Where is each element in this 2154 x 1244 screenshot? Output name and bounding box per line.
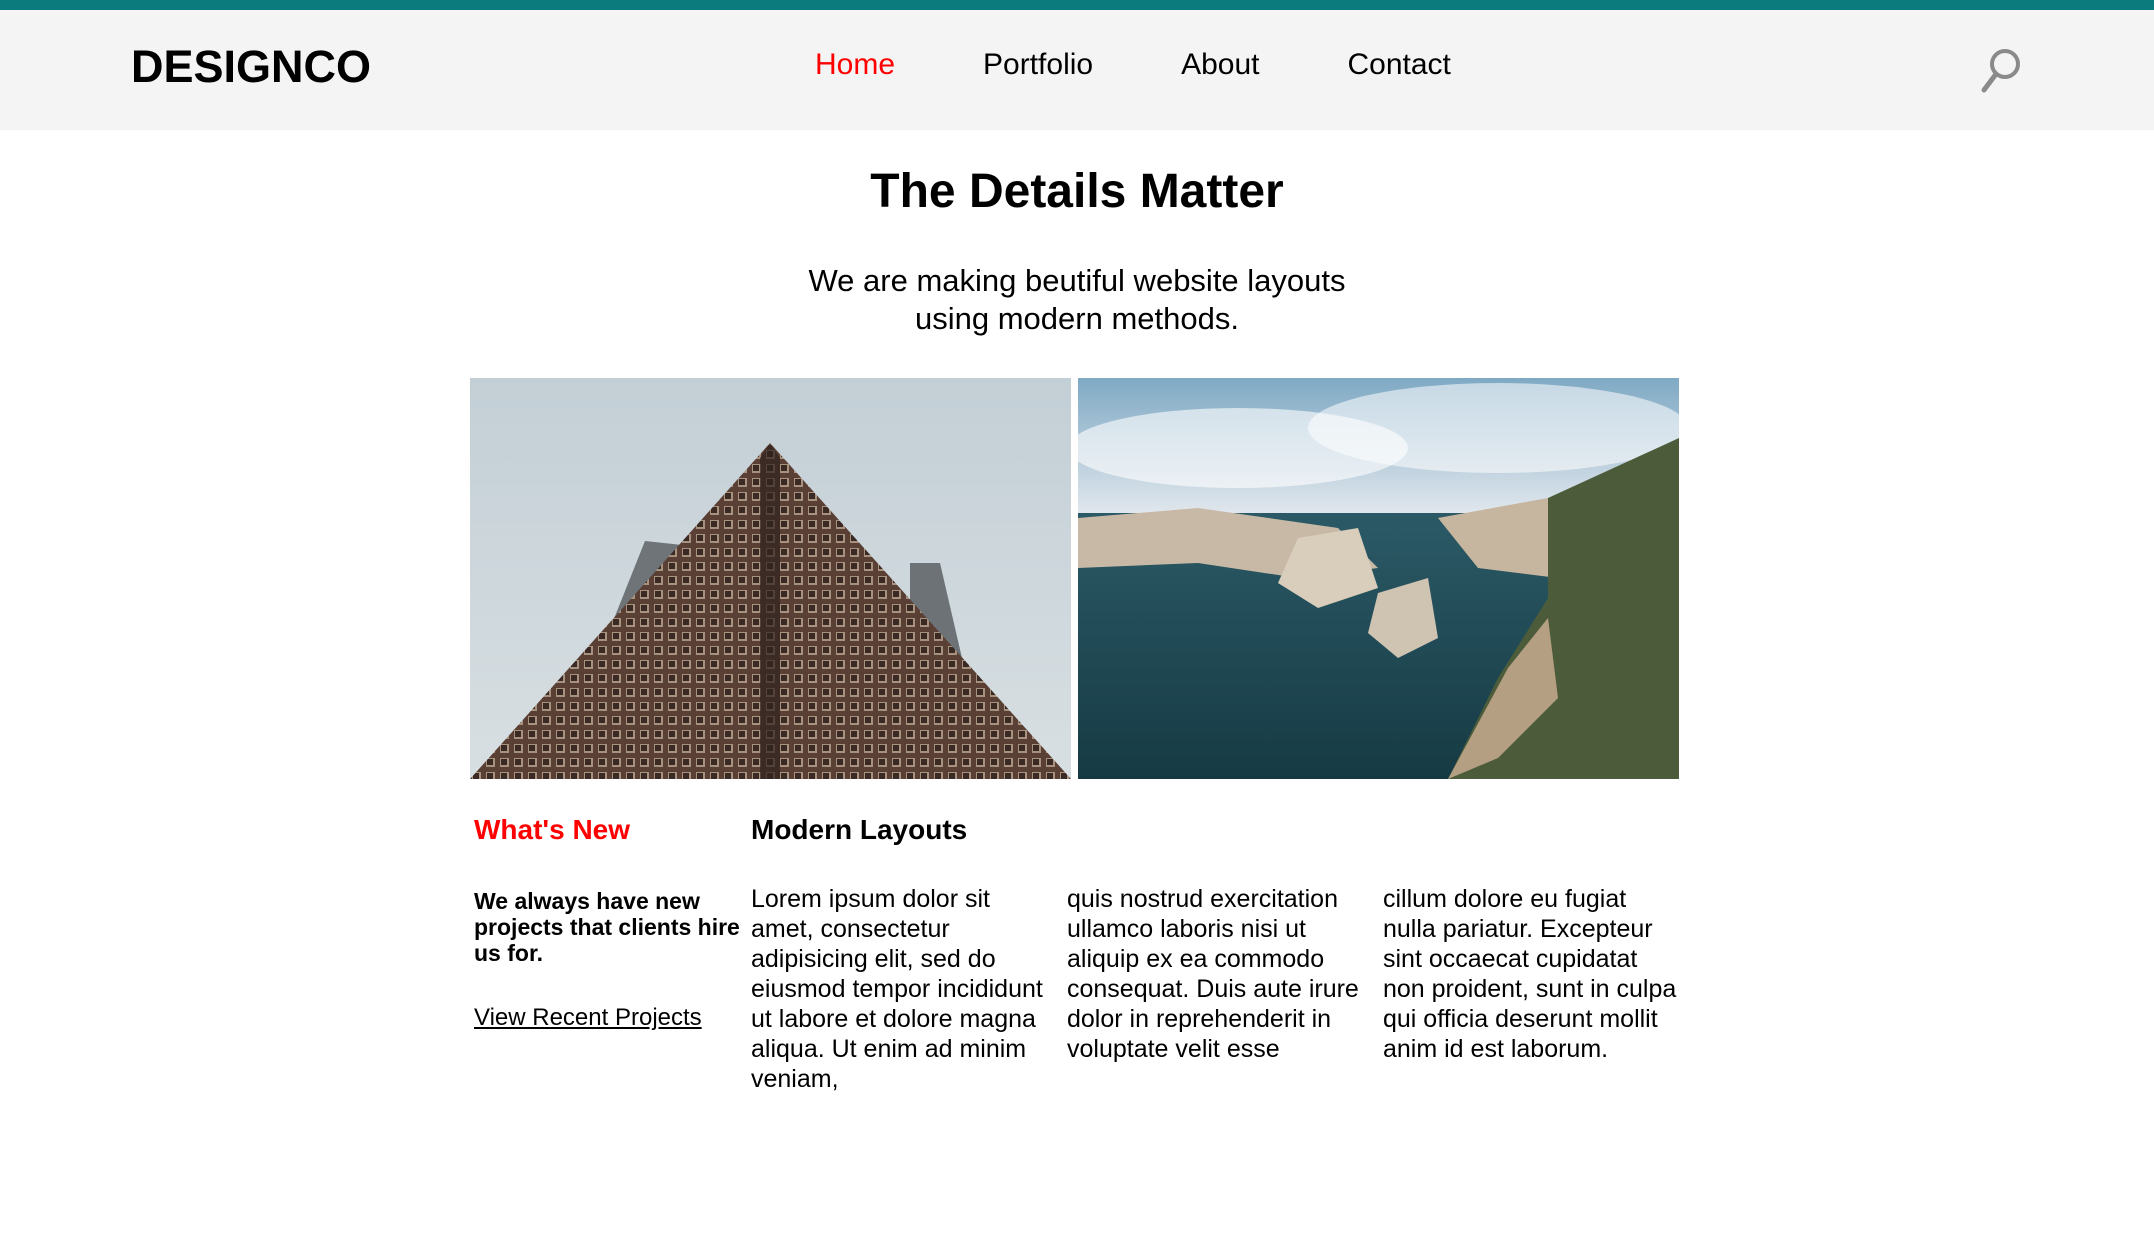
modern-layouts-heading: Modern Layouts [751, 814, 968, 845]
nav-home-link[interactable]: Home [815, 50, 895, 80]
nav-portfolio-link[interactable]: Portfolio [983, 50, 1093, 80]
nav-about-link[interactable]: About [1181, 50, 1259, 80]
page-title: The Details Matter [870, 165, 1284, 218]
page: DESIGNCO Home Portfolio About Contact Th… [0, 0, 2154, 1244]
nav-contact-link[interactable]: Contact [1348, 50, 1451, 80]
site-header: DESIGNCO Home Portfolio About Contact [0, 10, 2154, 130]
article-column-2: quis nostrud exercitation ullamco labori… [1067, 885, 1359, 1063]
whats-new-blurb: We always have new projects that clients… [474, 888, 740, 966]
article-column-1: Lorem ipsum dolor sit amet, consectetur … [751, 885, 1043, 1093]
site-logo[interactable]: DESIGNCO [131, 44, 371, 89]
whats-new-heading: What's New [474, 814, 631, 845]
top-accent-strip [0, 0, 2154, 10]
search-icon [1981, 49, 2020, 93]
search-button[interactable] [1978, 46, 2024, 96]
main-nav: Home Portfolio About Contact [815, 50, 1539, 80]
coastal-cliffs-image [1078, 378, 1679, 779]
article-column-3: cillum dolore eu fugiat nulla pariatur. … [1383, 885, 1677, 1063]
building-image [470, 378, 1071, 779]
view-recent-projects-link[interactable]: View Recent Projects [474, 1006, 702, 1030]
page-subtitle: We are making beutiful website layouts u… [808, 263, 1346, 336]
